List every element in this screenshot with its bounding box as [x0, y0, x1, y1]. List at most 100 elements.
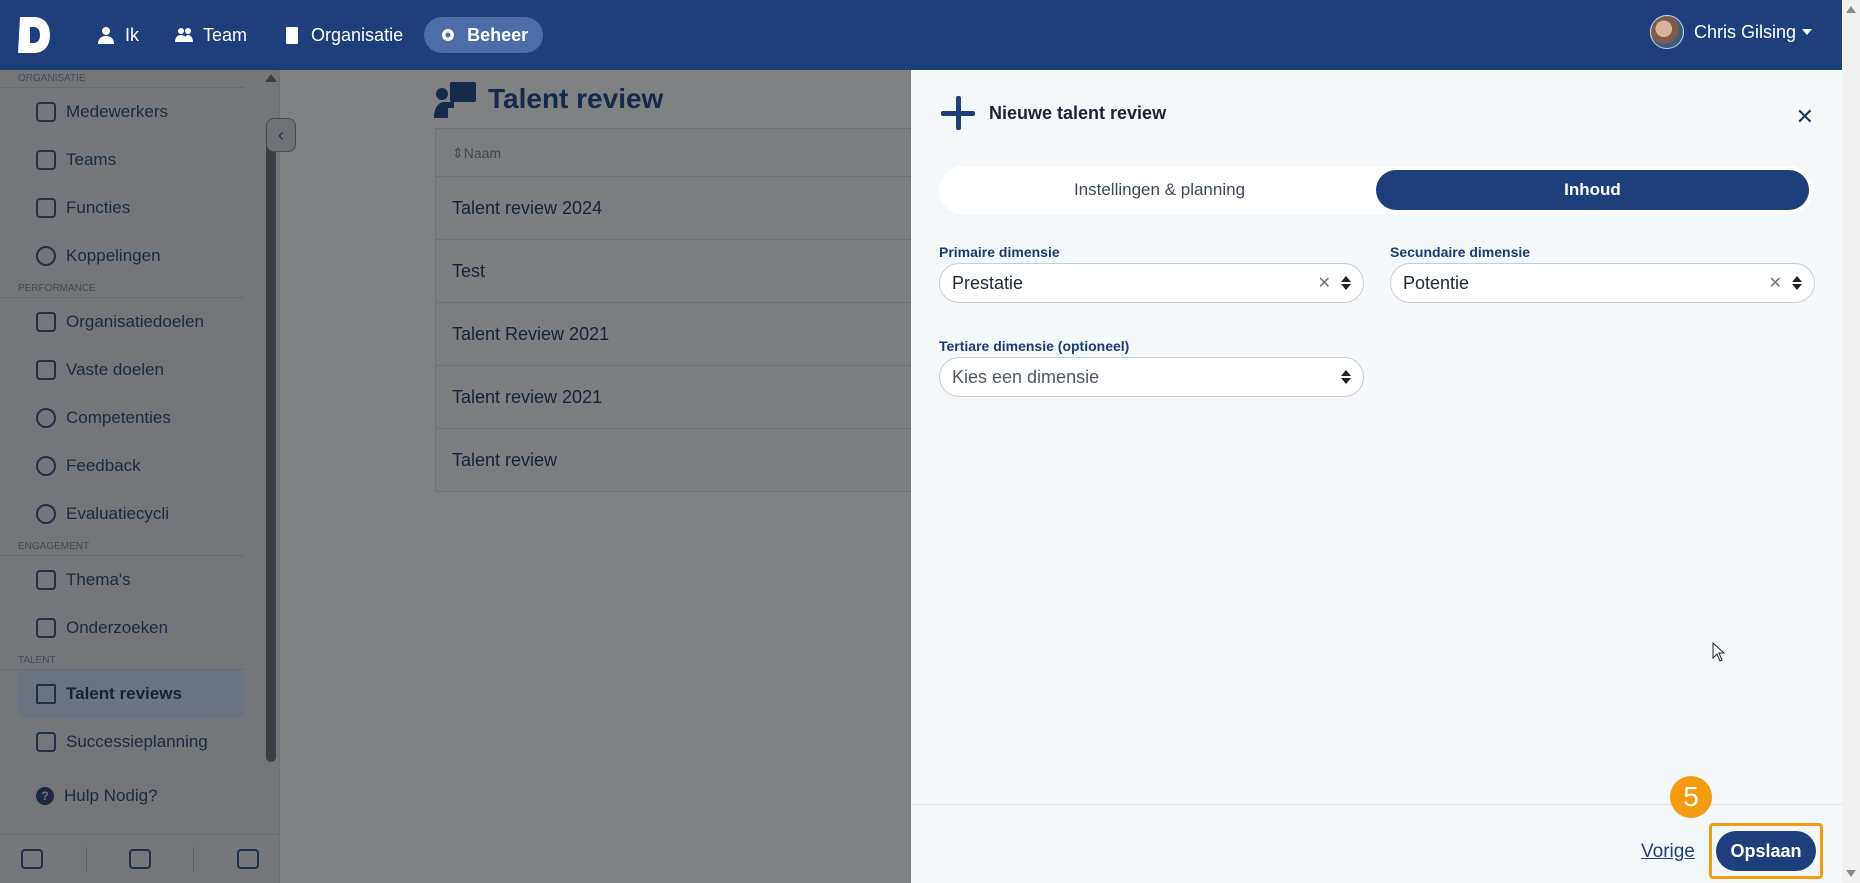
secondary-dimension-label: Secundaire dimensie — [1390, 244, 1531, 260]
seedling-icon — [36, 408, 56, 428]
sidebar-item-feedback[interactable]: Feedback — [0, 442, 262, 490]
nav-beheer-label: Beheer — [467, 24, 529, 45]
logout-icon[interactable] — [236, 849, 259, 869]
mail-icon[interactable] — [128, 849, 151, 869]
sidebar-item-medewerkers[interactable]: Medewerkers — [0, 88, 262, 136]
collapse-sidebar-button[interactable]: ‹ — [266, 118, 296, 152]
previous-link[interactable]: Vorige — [1641, 841, 1695, 863]
step-badge: 5 — [1670, 776, 1712, 818]
tertiary-dimension-placeholder: Kies een dimensie — [952, 366, 1100, 387]
sidebar-item-label: Medewerkers — [66, 102, 169, 121]
sidebar-item-label: Feedback — [66, 456, 141, 475]
nav-beheer[interactable]: Beheer — [424, 17, 544, 53]
primary-dimension-label: Primaire dimensie — [939, 244, 1060, 260]
mouse-cursor-icon — [1712, 642, 1726, 662]
section-label-performance: PERFORMANCE — [0, 280, 244, 298]
sidebar-scrollbar[interactable] — [264, 70, 277, 782]
sidebar-footer — [0, 834, 280, 883]
presentation-icon — [434, 82, 476, 118]
clear-icon[interactable]: ✕ — [1769, 273, 1782, 293]
window-scrollbar[interactable] — [1842, 0, 1860, 883]
user-icon — [98, 27, 114, 44]
column-header-naam[interactable]: ⇕Naam — [436, 129, 914, 177]
sidebar-item-themas[interactable]: Thema's — [0, 556, 262, 604]
secondary-dimension-value: Potentie — [1403, 272, 1470, 293]
help-link[interactable]: ? Hulp Nodig? — [36, 786, 158, 806]
clear-icon[interactable]: ✕ — [1318, 273, 1331, 293]
table-row[interactable]: Talent review — [436, 429, 914, 492]
sidebar-item-koppelingen[interactable]: Koppelingen — [0, 232, 262, 280]
avatar — [1649, 15, 1684, 49]
sidebar: ORGANISATIE Medewerkers Teams Functies K… — [0, 70, 296, 883]
scroll-up-icon[interactable] — [1846, 6, 1856, 13]
scrollbar-thumb[interactable] — [266, 142, 276, 762]
sidebar-item-talent-reviews[interactable]: Talent reviews — [18, 670, 244, 718]
clipboard-icon — [36, 618, 56, 638]
table-row[interactable]: Talent review 2024 — [436, 177, 914, 240]
select-arrows-icon — [1341, 276, 1351, 290]
tab-instellingen-planning[interactable]: Instellingen & planning — [943, 170, 1376, 210]
sort-icon: ⇕ — [452, 145, 464, 161]
panel-footer: Vorige Opslaan — [911, 804, 1842, 883]
tab-inhoud[interactable]: Inhoud — [1376, 170, 1809, 210]
tertiary-dimension-select[interactable]: Kies een dimensie — [939, 357, 1364, 397]
primary-dimension-select[interactable]: Prestatie ✕ — [939, 263, 1364, 303]
question-icon: ? — [36, 787, 54, 805]
nav-team[interactable]: Team — [160, 17, 262, 53]
panel-header: Nieuwe talent review — [939, 94, 1166, 132]
scroll-down-icon[interactable] — [1846, 870, 1856, 877]
sidebar-item-label: Teams — [66, 150, 117, 169]
secondary-dimension-select[interactable]: Potentie ✕ — [1390, 263, 1815, 303]
nav-team-label: Team — [203, 24, 248, 45]
sidebar-item-label: Talent reviews — [66, 684, 182, 703]
sidebar-item-functies[interactable]: Functies — [0, 184, 262, 232]
book-icon — [36, 570, 56, 590]
lock-icon — [36, 360, 56, 380]
column-header-label: Naam — [463, 145, 502, 161]
refresh-icon — [36, 504, 56, 524]
tertiary-dimension-label: Tertiare dimensie (optioneel) — [939, 338, 1130, 354]
help-label: Hulp Nodig? — [64, 786, 158, 805]
section-label-talent: TALENT — [0, 652, 244, 670]
app-logo[interactable] — [16, 15, 52, 55]
scroll-up-icon[interactable] — [265, 74, 277, 82]
sidebar-item-label: Thema's — [66, 570, 131, 589]
sidebar-item-label: Onderzoeken — [66, 618, 169, 637]
plus-icon — [939, 94, 977, 132]
sidebar-item-teams[interactable]: Teams — [0, 136, 262, 184]
table-row[interactable]: Test — [436, 240, 914, 303]
table-row[interactable]: Talent Review 2021 — [436, 303, 914, 366]
sidebar-scroll-area[interactable]: ORGANISATIE Medewerkers Teams Functies K… — [0, 70, 262, 770]
sidebar-item-label: Evaluatiecycli — [66, 504, 169, 523]
sidebar-item-competenties[interactable]: Competenties — [0, 394, 262, 442]
sidebar-item-organisatiedoelen[interactable]: Organisatiedoelen — [0, 298, 262, 346]
panel-tabs: Instellingen & planning Inhoud — [939, 166, 1813, 214]
panel-title: Nieuwe talent review — [989, 102, 1167, 123]
sidebar-item-label: Competenties — [66, 408, 171, 427]
talent-review-table: ⇕Naam Talent review 2024 Test Talent Rev… — [435, 128, 915, 492]
link-icon — [36, 246, 56, 266]
sidebar-item-label: Organisatiedoelen — [66, 312, 204, 331]
nav-organisatie[interactable]: Organisatie — [268, 17, 418, 53]
nav-ik[interactable]: Ik — [82, 17, 154, 53]
sidebar-item-successieplanning[interactable]: Successieplanning — [0, 718, 262, 766]
chevron-left-icon: ‹ — [278, 124, 284, 145]
users-icon — [175, 28, 194, 42]
table-row[interactable]: Talent review 2021 — [436, 366, 914, 429]
section-label-engagement: ENGAGEMENT — [0, 538, 244, 556]
sidebar-item-evaluatiecycli[interactable]: Evaluatiecycli — [0, 490, 262, 538]
id-card-icon — [36, 198, 56, 218]
sidebar-item-onderzoeken[interactable]: Onderzoeken — [0, 604, 262, 652]
close-icon[interactable]: ✕ — [1796, 104, 1814, 130]
building-icon — [286, 27, 299, 44]
table-icon — [36, 684, 56, 704]
user-settings-icon[interactable] — [21, 849, 44, 869]
new-talent-review-panel: Nieuwe talent review ✕ Instellingen & pl… — [911, 70, 1842, 883]
user-icon — [36, 102, 56, 122]
sidebar-item-vaste-doelen[interactable]: Vaste doelen — [0, 346, 262, 394]
save-button[interactable]: Opslaan — [1716, 831, 1816, 871]
highlight-frame: Opslaan — [1709, 823, 1823, 879]
sidebar-item-label: Vaste doelen — [66, 360, 164, 379]
comment-icon — [36, 456, 56, 476]
user-menu[interactable]: Chris Gilsing — [1649, 15, 1812, 49]
